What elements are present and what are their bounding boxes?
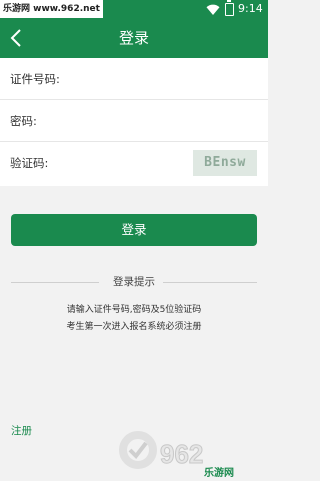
tips-text: 请输入证件号码,密码及5位验证码 考生第一次进入报名系统必须注册 — [0, 302, 268, 336]
clock: 9:14 — [238, 2, 263, 15]
password-label: 密码: — [10, 114, 37, 128]
id-number-label: 证件号码: — [10, 72, 60, 86]
id-number-row: 证件号码: — [0, 58, 268, 100]
logo-graphic: 962 — [119, 431, 204, 470]
captcha-label: 验证码: — [10, 156, 49, 170]
password-input[interactable] — [64, 108, 184, 134]
tip-line: 考生第一次进入报名系统必须注册 — [66, 322, 202, 332]
tip-line: 请输入证件号码,密码及5位验证码 — [66, 305, 202, 315]
site-watermark: 乐游网 www.962.net — [0, 0, 103, 18]
register-link[interactable]: 注册 — [11, 424, 32, 438]
divider-right — [163, 282, 257, 283]
logo-watermark: 962 乐游网 — [118, 406, 268, 479]
captcha-image[interactable]: BEnsw — [193, 150, 257, 176]
battery-icon — [225, 0, 234, 16]
status-bar: 乐游网 www.962.net 9:14 — [0, 0, 268, 18]
captcha-input[interactable] — [64, 150, 184, 176]
logo-text: 962 — [160, 439, 203, 469]
login-form: 证件号码: 密码: 验证码: BEnsw — [0, 58, 268, 186]
tips-header: 登录提示 — [0, 272, 268, 292]
wifi-icon — [206, 4, 220, 15]
page-title: 登录 — [118, 29, 149, 47]
captcha-row: 验证码: BEnsw — [0, 142, 268, 184]
app-bar: 登录 — [0, 18, 268, 58]
login-button[interactable]: 登录 — [11, 214, 257, 246]
id-number-input[interactable] — [64, 66, 184, 92]
password-row: 密码: — [0, 100, 268, 142]
